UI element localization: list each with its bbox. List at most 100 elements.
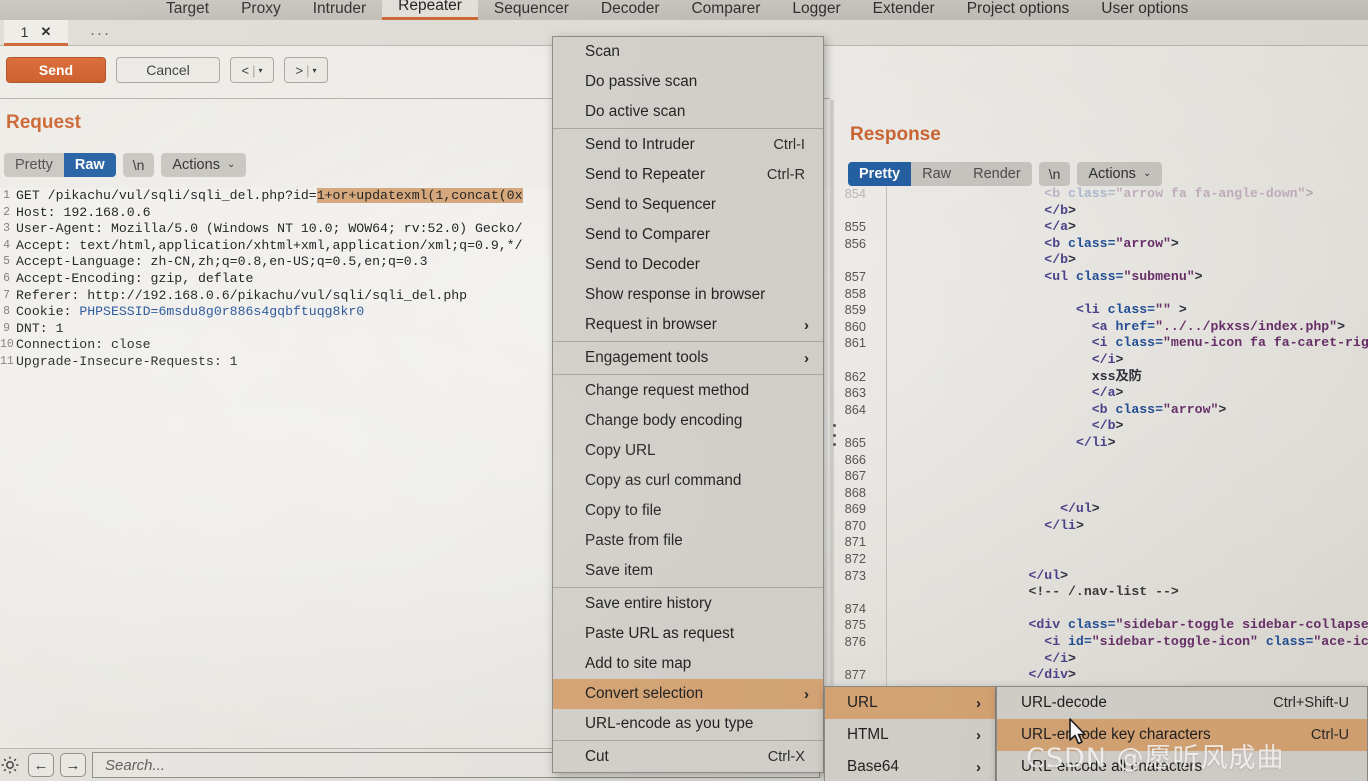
menu-item-label: Scan: [585, 43, 620, 60]
menu-item-send-to-intruder[interactable]: Send to Intruder Ctrl-I: [553, 130, 823, 160]
menu-item-label: Save entire history: [585, 595, 712, 612]
menu-item-shortcut: Ctrl+Shift-U: [1273, 695, 1349, 711]
chevron-down-icon[interactable]: ▾: [258, 66, 262, 75]
menu-item-copy-as-curl-command[interactable]: Copy as curl command: [553, 466, 823, 496]
menu-item-url-encode-key-characters[interactable]: URL-encode key characters Ctrl-U: [997, 719, 1367, 751]
tab-proxy[interactable]: Proxy: [225, 0, 297, 20]
convert-selection-submenu[interactable]: URL › HTML › Base64 ›: [824, 686, 996, 781]
tab-comparer[interactable]: Comparer: [675, 0, 776, 20]
response-view-pretty[interactable]: Pretty: [848, 162, 912, 186]
response-line: 864 <b class="arrow">: [838, 402, 1368, 419]
response-editor[interactable]: 854 <b class="arrow fa fa-angle-down"> <…: [838, 186, 1368, 686]
menu-item-url-decode[interactable]: URL-decode Ctrl+Shift-U: [997, 687, 1367, 719]
menu-item-do-passive-scan[interactable]: Do passive scan: [553, 67, 823, 97]
menu-item-url[interactable]: URL ›: [825, 687, 995, 719]
chevron-right-icon: ›: [804, 349, 809, 367]
menu-item-save-entire-history[interactable]: Save entire history: [553, 589, 823, 619]
cookie-value: PHPSESSID=6msdu8g0r886s4gqbftuqg8kr0: [79, 304, 365, 320]
menu-item-engagement-tools[interactable]: Engagement tools ›: [553, 343, 823, 373]
url-convert-submenu[interactable]: URL-decode Ctrl+Shift-U URL-encode key cha…: [996, 686, 1368, 781]
tab-extender[interactable]: Extender: [857, 0, 951, 20]
menu-item-label: Send to Sequencer: [585, 196, 716, 213]
request-actions-button[interactable]: Actions ⌄: [161, 153, 247, 177]
menu-item-paste-url-as-request[interactable]: Paste URL as request: [553, 619, 823, 649]
back-button[interactable]: < | ▾: [230, 57, 274, 83]
menu-item-request-in-browser[interactable]: Request in browser ›: [553, 310, 823, 340]
line-text: Host: 192.168.0.6: [16, 204, 151, 220]
menu-item-send-to-sequencer[interactable]: Send to Sequencer: [553, 190, 823, 220]
menu-item-shortcut: Ctrl-U: [1310, 727, 1349, 743]
menu-item-copy-to-file[interactable]: Copy to file: [553, 496, 823, 526]
menu-item-copy-url[interactable]: Copy URL: [553, 436, 823, 466]
tab-label: Extender: [872, 0, 935, 17]
menu-item-send-to-repeater[interactable]: Send to Repeater Ctrl-R: [553, 160, 823, 190]
menu-item-scan[interactable]: Scan: [553, 37, 823, 67]
gear-icon[interactable]: [0, 753, 22, 777]
repeater-tab-1[interactable]: 1 ✕: [4, 20, 68, 46]
menu-item-paste-from-file[interactable]: Paste from file: [553, 526, 823, 556]
menu-item-shortcut: Ctrl-X: [767, 749, 805, 765]
line-number: 11: [0, 354, 14, 368]
response-line: 863 </a>: [838, 385, 1368, 402]
chevron-down-icon[interactable]: ▾: [312, 66, 316, 75]
tab-label: Project options: [966, 0, 1070, 17]
tab-intruder[interactable]: Intruder: [297, 0, 382, 20]
response-line: 870 </li>: [838, 518, 1368, 535]
tab-project-options[interactable]: Project options: [951, 0, 1086, 20]
divider: |: [252, 62, 256, 78]
line-number: 856: [844, 235, 866, 251]
line-text: <li class="" >: [1075, 302, 1187, 318]
response-line: 860 <a href="../../pkxss/index.php">: [838, 319, 1368, 336]
menu-item-send-to-comparer[interactable]: Send to Comparer: [553, 220, 823, 250]
menu-item-change-request-method[interactable]: Change request method: [553, 376, 823, 406]
forward-button[interactable]: > | ▾: [284, 57, 328, 83]
menu-item-url-encode-all-characters[interactable]: URL-encode all characters: [997, 751, 1367, 781]
menu-item-convert-selection[interactable]: Convert selection ›: [553, 679, 823, 709]
menu-item-cut[interactable]: Cut Ctrl-X: [553, 742, 823, 772]
tab-decoder[interactable]: Decoder: [585, 0, 676, 20]
response-actions-button[interactable]: Actions ⌄: [1077, 162, 1163, 186]
search-back-button[interactable]: ←: [28, 753, 54, 777]
context-menu[interactable]: Scan Do passive scan Do active scan Send to…: [552, 36, 824, 773]
menu-item-base64[interactable]: Base64 ›: [825, 751, 995, 781]
menu-item-send-to-decoder[interactable]: Send to Decoder: [553, 250, 823, 280]
tab-repeater[interactable]: Repeater: [382, 0, 478, 20]
tab-label: Sequencer: [493, 0, 569, 17]
request-view-tabs: Pretty Raw: [4, 153, 116, 177]
line-number: 2: [3, 205, 10, 219]
search-forward-button[interactable]: →: [60, 753, 86, 777]
cancel-button[interactable]: Cancel: [116, 57, 220, 83]
menu-item-save-item[interactable]: Save item: [553, 556, 823, 586]
line-text: <b class="arrow">: [1091, 401, 1227, 417]
response-view-render[interactable]: Render: [962, 162, 1032, 186]
pane-splitter[interactable]: [830, 100, 834, 745]
response-line: 854 <b class="arrow fa fa-angle-down">: [838, 186, 1368, 203]
line-text: </i>: [1091, 351, 1124, 367]
menu-item-do-active-scan[interactable]: Do active scan: [553, 97, 823, 127]
response-line: 855 </a>: [838, 219, 1368, 236]
response-line: 865 </li>: [838, 435, 1368, 452]
menu-item-change-body-encoding[interactable]: Change body encoding: [553, 406, 823, 436]
menu-item-html[interactable]: HTML ›: [825, 719, 995, 751]
response-newline-button[interactable]: \n: [1038, 162, 1071, 186]
request-newline-button[interactable]: \n: [122, 153, 155, 177]
divider: |: [306, 62, 310, 78]
tab-logger[interactable]: Logger: [776, 0, 856, 20]
tab-sequencer[interactable]: Sequencer: [478, 0, 585, 20]
request-view-pretty[interactable]: Pretty: [4, 153, 64, 177]
tab-target[interactable]: Target: [150, 0, 225, 20]
line-number: 854: [844, 186, 866, 201]
menu-item-label: Base64: [847, 758, 899, 775]
response-view-raw[interactable]: Raw: [911, 162, 962, 186]
tab-user-options[interactable]: User options: [1085, 0, 1204, 20]
menu-item-url-encode-as-you-type[interactable]: URL-encode as you type: [553, 709, 823, 739]
new-tab-button[interactable]: ···: [80, 20, 121, 46]
close-icon[interactable]: ✕: [40, 24, 51, 40]
request-view-raw[interactable]: Raw: [63, 153, 116, 177]
menu-item-add-to-site-map[interactable]: Add to site map: [553, 649, 823, 679]
menu-item-show-response-in-browser[interactable]: Show response in browser: [553, 280, 823, 310]
response-line: 858: [838, 286, 1368, 303]
menu-separator: [553, 374, 823, 375]
tab-label: Proxy: [241, 0, 281, 17]
send-button[interactable]: Send: [6, 57, 106, 83]
